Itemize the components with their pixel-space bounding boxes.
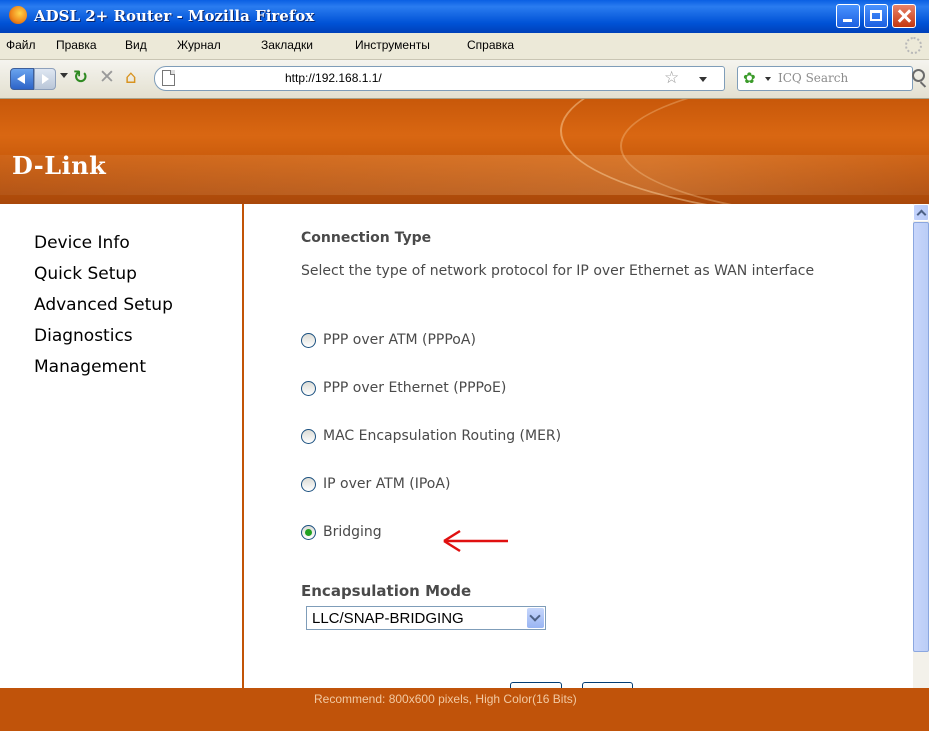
router-header: D-Link <box>0 99 929 204</box>
chevron-down-icon[interactable] <box>527 608 544 628</box>
scroll-up-icon[interactable] <box>913 204 929 221</box>
sidebar-item-device-info[interactable]: Device Info <box>34 233 130 253</box>
main-content: Connection Type Select the type of netwo… <box>246 204 913 710</box>
encapsulation-mode-value: LLC/SNAP-BRIDGING <box>312 610 464 627</box>
vertical-scrollbar[interactable] <box>913 204 929 712</box>
search-icon[interactable] <box>912 69 925 82</box>
sidebar: Device Info Quick Setup Advanced Setup D… <box>0 204 244 688</box>
close-button[interactable] <box>892 4 916 28</box>
radio-label: PPP over Ethernet (PPPoE) <box>323 380 507 396</box>
radio-bridging[interactable] <box>301 525 316 540</box>
menu-edit[interactable]: Правка <box>56 38 97 52</box>
scroll-thumb[interactable] <box>913 222 929 652</box>
reload-icon[interactable]: ↻ <box>73 69 91 87</box>
firefox-icon <box>9 6 27 24</box>
menu-help[interactable]: Справка <box>467 38 514 52</box>
search-engine-icon[interactable]: ✿ <box>743 70 756 87</box>
menu-bar: Файл Правка Вид Журнал Закладки Инструме… <box>0 33 929 60</box>
section-description: Select the type of network protocol for … <box>301 263 815 279</box>
bookmark-star-icon[interactable]: ☆ <box>664 69 679 87</box>
window-titlebar: ADSL 2+ Router - Mozilla Firefox <box>0 0 929 33</box>
url-dropdown-icon[interactable] <box>699 77 707 82</box>
menu-file[interactable]: Файл <box>6 38 36 52</box>
home-icon[interactable]: ⌂ <box>125 69 143 87</box>
maximize-button[interactable] <box>864 4 888 28</box>
sidebar-item-management[interactable]: Management <box>34 357 146 377</box>
sidebar-item-quick-setup[interactable]: Quick Setup <box>34 264 137 284</box>
url-bar[interactable]: http://192.168.1.1/ <box>154 66 725 91</box>
annotation-arrow-icon <box>443 529 508 553</box>
radio-pppoa[interactable] <box>301 333 316 348</box>
dlink-logo[interactable]: D-Link <box>12 151 106 180</box>
throbber-icon <box>905 37 922 54</box>
menu-history[interactable]: Журнал <box>177 38 221 52</box>
encapsulation-mode-select[interactable]: LLC/SNAP-BRIDGING <box>306 606 546 630</box>
radio-label: MAC Encapsulation Routing (MER) <box>323 428 562 444</box>
footer-text: Recommend: 800x600 pixels, High Color(16… <box>314 692 577 706</box>
menu-tools[interactable]: Инструменты <box>355 38 430 52</box>
back-button[interactable] <box>10 68 34 90</box>
search-input[interactable]: ✿ ICQ Search <box>737 66 913 91</box>
radio-label: PPP over ATM (PPPoA) <box>323 332 476 348</box>
radio-pppoe[interactable] <box>301 381 316 396</box>
sidebar-item-diagnostics[interactable]: Diagnostics <box>34 326 133 346</box>
minimize-button[interactable] <box>836 4 860 28</box>
encapsulation-mode-label: Encapsulation Mode <box>301 582 472 600</box>
history-dropdown-icon[interactable] <box>60 73 68 78</box>
radio-label: Bridging <box>323 524 382 540</box>
sidebar-item-advanced-setup[interactable]: Advanced Setup <box>34 295 173 315</box>
search-placeholder: ICQ Search <box>778 71 849 85</box>
navigation-toolbar: ↻ ✕ ⌂ http://192.168.1.1/ ☆ ✿ ICQ Search <box>0 60 929 99</box>
menu-view[interactable]: Вид <box>125 38 147 52</box>
page-icon <box>162 70 175 86</box>
radio-label: IP over ATM (IPoA) <box>323 476 451 492</box>
section-title: Connection Type <box>301 230 432 246</box>
url-text[interactable]: http://192.168.1.1/ <box>285 71 382 85</box>
router-footer: Recommend: 800x600 pixels, High Color(16… <box>0 688 929 731</box>
menu-bookmarks[interactable]: Закладки <box>261 38 313 52</box>
window-title: ADSL 2+ Router - Mozilla Firefox <box>34 7 315 25</box>
forward-button[interactable] <box>34 68 56 90</box>
radio-ipoa[interactable] <box>301 477 316 492</box>
stop-icon[interactable]: ✕ <box>99 68 117 87</box>
engine-dropdown-icon[interactable] <box>765 77 771 81</box>
radio-mer[interactable] <box>301 429 316 444</box>
